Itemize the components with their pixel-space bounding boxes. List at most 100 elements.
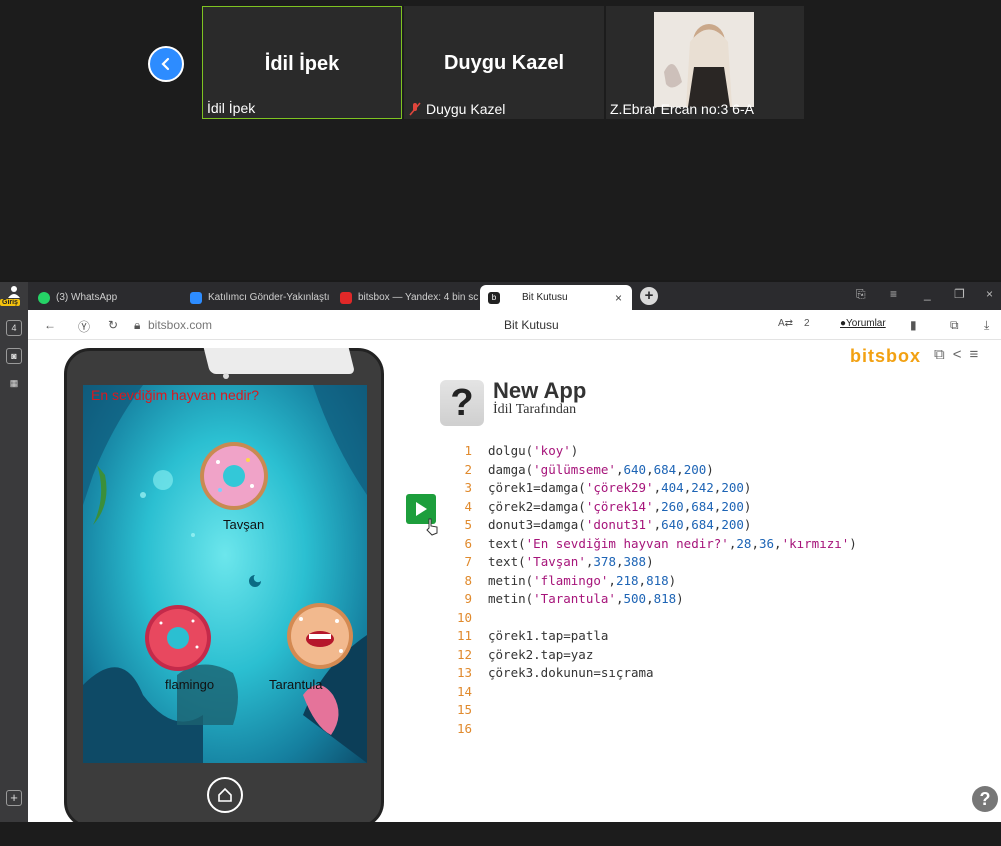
copy-icon[interactable]: ⧉ — [934, 346, 945, 363]
tablet-notch — [203, 348, 356, 374]
number-token: 200 — [721, 480, 744, 495]
code-line[interactable]: 6 text('En sevdiğim hayvan nedir?',28,36,… — [450, 535, 856, 554]
minimize-icon[interactable]: _ — [924, 287, 931, 301]
tab-bit-kutusu[interactable]: b Bit Kutusu × — [480, 285, 632, 310]
help-icon[interactable]: ? — [972, 786, 998, 812]
number-token: 200 — [721, 498, 744, 514]
participant-display-name: İdil İpek — [264, 53, 340, 75]
close-tab-button[interactable]: × — [615, 291, 622, 305]
yandex-logo-icon[interactable]: Ⓨ — [78, 318, 90, 335]
bitsbox-logo[interactable]: bitsbox — [850, 346, 921, 367]
code-line[interactable]: 8 metin('flamingo',218,818) — [450, 572, 857, 591]
code-token: , — [676, 461, 684, 477]
donut-icon[interactable] — [143, 603, 213, 673]
app-screen[interactable]: En sevdiğim hayvan nedir? Tavşan flaming… — [83, 385, 367, 763]
app-header: ? New App İdil Tarafından — [440, 378, 800, 430]
code-text: çörek3.dokunun=sıçrama — [488, 664, 654, 683]
code-line[interactable]: 5 donut3=damga('donut31',640,684,200) — [450, 516, 857, 535]
participant-label: İdil İpek — [207, 100, 255, 116]
code-text: çörek1.tap=patla — [488, 627, 608, 646]
code-line[interactable]: 16 — [450, 720, 857, 739]
line-number: 5 — [464, 517, 472, 532]
tab-yandex[interactable]: bitsbox — Yandex: 4 bin sc — [332, 285, 478, 310]
tarantula-text: Tarantula — [269, 677, 323, 692]
tab-count-button[interactable]: 4 — [6, 320, 22, 336]
code-token: metin( — [488, 591, 534, 606]
comments-label: Yorumlar — [846, 318, 886, 329]
line-number: 6 — [464, 535, 472, 551]
close-window-icon[interactable]: × — [986, 287, 993, 301]
bookmark-icon[interactable]: ▮ — [910, 318, 917, 332]
participant-tile-duygu[interactable]: Duygu Kazel Duygu Kazel — [404, 6, 604, 119]
tab-zoom[interactable]: Katılımcı Gönder-Yakınlaştı — [182, 285, 330, 310]
line-number: 4 — [464, 498, 472, 514]
line-number: 9 — [464, 591, 472, 606]
back-arrow-icon[interactable]: ← — [44, 318, 56, 332]
reload-icon[interactable]: ↻ — [108, 318, 118, 332]
download-icon[interactable]: ⤓ — [984, 318, 989, 333]
new-tab-button[interactable]: + — [640, 287, 658, 305]
participant-avatar — [654, 12, 754, 107]
number-token: 218 — [615, 572, 639, 588]
address-bar: ← Ⓨ ↻ 🔒︎ bitsbox.com Bit Kutusu A⇄ 2 ●Yo… — [28, 310, 1001, 340]
line-number: 11 — [456, 628, 472, 643]
code-token: çörek1=damga( — [488, 480, 586, 495]
app-title: New App — [493, 378, 587, 403]
code-line[interactable]: 12 çörek2.tap=yaz — [450, 646, 857, 665]
string-token: 'En sevdiğim hayvan nedir?' — [525, 535, 729, 551]
code-text: dolgu('koy') — [488, 442, 578, 461]
donut-icon[interactable] — [198, 440, 270, 512]
restore-icon[interactable]: ❐ — [954, 287, 965, 301]
login-button[interactable]: Giriş — [0, 284, 28, 306]
code-line[interactable]: 14 — [450, 683, 857, 702]
participant-label: Z.Ebrar Ercan no:3 6-A — [610, 101, 754, 117]
taskbar-strip — [0, 822, 1001, 846]
home-button[interactable] — [207, 777, 243, 813]
code-line[interactable]: 15 — [450, 701, 857, 720]
page-title: Bit Kutusu — [504, 318, 559, 332]
user-icon — [8, 286, 20, 298]
code-token: , — [638, 572, 647, 588]
code-line[interactable]: 2 damga('gülümseme',640,684,200) — [450, 461, 857, 480]
code-token: , — [608, 572, 616, 588]
participant-display-name: Duygu Kazel — [443, 52, 565, 74]
menu-icon[interactable]: ≡ — [890, 287, 897, 301]
participant-tile-ebrar[interactable]: Z.Ebrar Ercan no:3 6-A — [606, 6, 804, 119]
address-text[interactable]: bitsbox.com — [148, 318, 212, 332]
code-token: , — [653, 517, 662, 532]
code-line[interactable]: 4 çörek2=damga('çörek14',260,684,200) — [450, 498, 857, 517]
code-line[interactable]: 11 çörek1.tap=patla — [450, 627, 857, 646]
browser-sidebar: Giriş 4 ◙ ▦ + — [0, 282, 28, 822]
extensions-icon[interactable]: ⧉ — [950, 318, 959, 333]
code-line[interactable]: 7 text('Tavşan',378,388) — [450, 553, 857, 572]
code-line[interactable]: 1 dolgu('koy') — [450, 442, 857, 461]
add-panel-icon[interactable]: + — [6, 790, 22, 806]
comments-button[interactable]: ●Yorumlar — [840, 318, 886, 329]
code-text: donut3=damga('donut31',640,684,200) — [488, 516, 751, 535]
share-icon[interactable]: < — [953, 346, 962, 363]
tab-label: Katılımcı Gönder-Yakınlaştı — [208, 292, 330, 303]
code-token: ) — [743, 498, 752, 514]
tab-whatsapp[interactable]: (3) WhatsApp — [30, 285, 180, 310]
shield-count[interactable]: 2 — [804, 318, 810, 329]
code-token: ) — [743, 480, 752, 495]
screenshot-icon[interactable]: ◙ — [6, 348, 22, 364]
code-line[interactable]: 9 metin('Tarantula',500,818) — [450, 590, 857, 609]
code-line[interactable]: 10 — [450, 609, 857, 628]
code-line[interactable]: 13 çörek3.dokunun=sıçrama — [450, 664, 857, 683]
app-icon[interactable]: ? — [440, 380, 484, 426]
collections-icon[interactable]: ⎘ — [856, 287, 866, 302]
code-line[interactable]: 3 çörek1=damga('çörek29',404,242,200) — [450, 479, 857, 498]
translate-icon[interactable]: A⇄ — [778, 318, 793, 329]
yandex-icon — [340, 291, 352, 304]
tab-bar: (3) WhatsApp Katılımcı Gönder-Yakınlaştı… — [0, 282, 1001, 310]
smile-donut-icon[interactable] — [285, 601, 355, 671]
number-token: 684 — [691, 498, 714, 514]
previous-page-button[interactable] — [148, 46, 184, 82]
code-editor[interactable]: 1 dolgu('koy') 2 damga('gülümseme',640,684,… — [450, 442, 857, 738]
participant-tile-idil[interactable]: İdil İpek İdil İpek — [202, 6, 402, 119]
code-text: çörek1=damga('çörek29',404,242,200) — [488, 479, 751, 498]
hamburger-menu-icon[interactable]: ≡ — [969, 346, 978, 363]
code-token: donut3=damga( — [488, 517, 586, 532]
apps-grid-icon[interactable]: ▦ — [6, 376, 22, 392]
